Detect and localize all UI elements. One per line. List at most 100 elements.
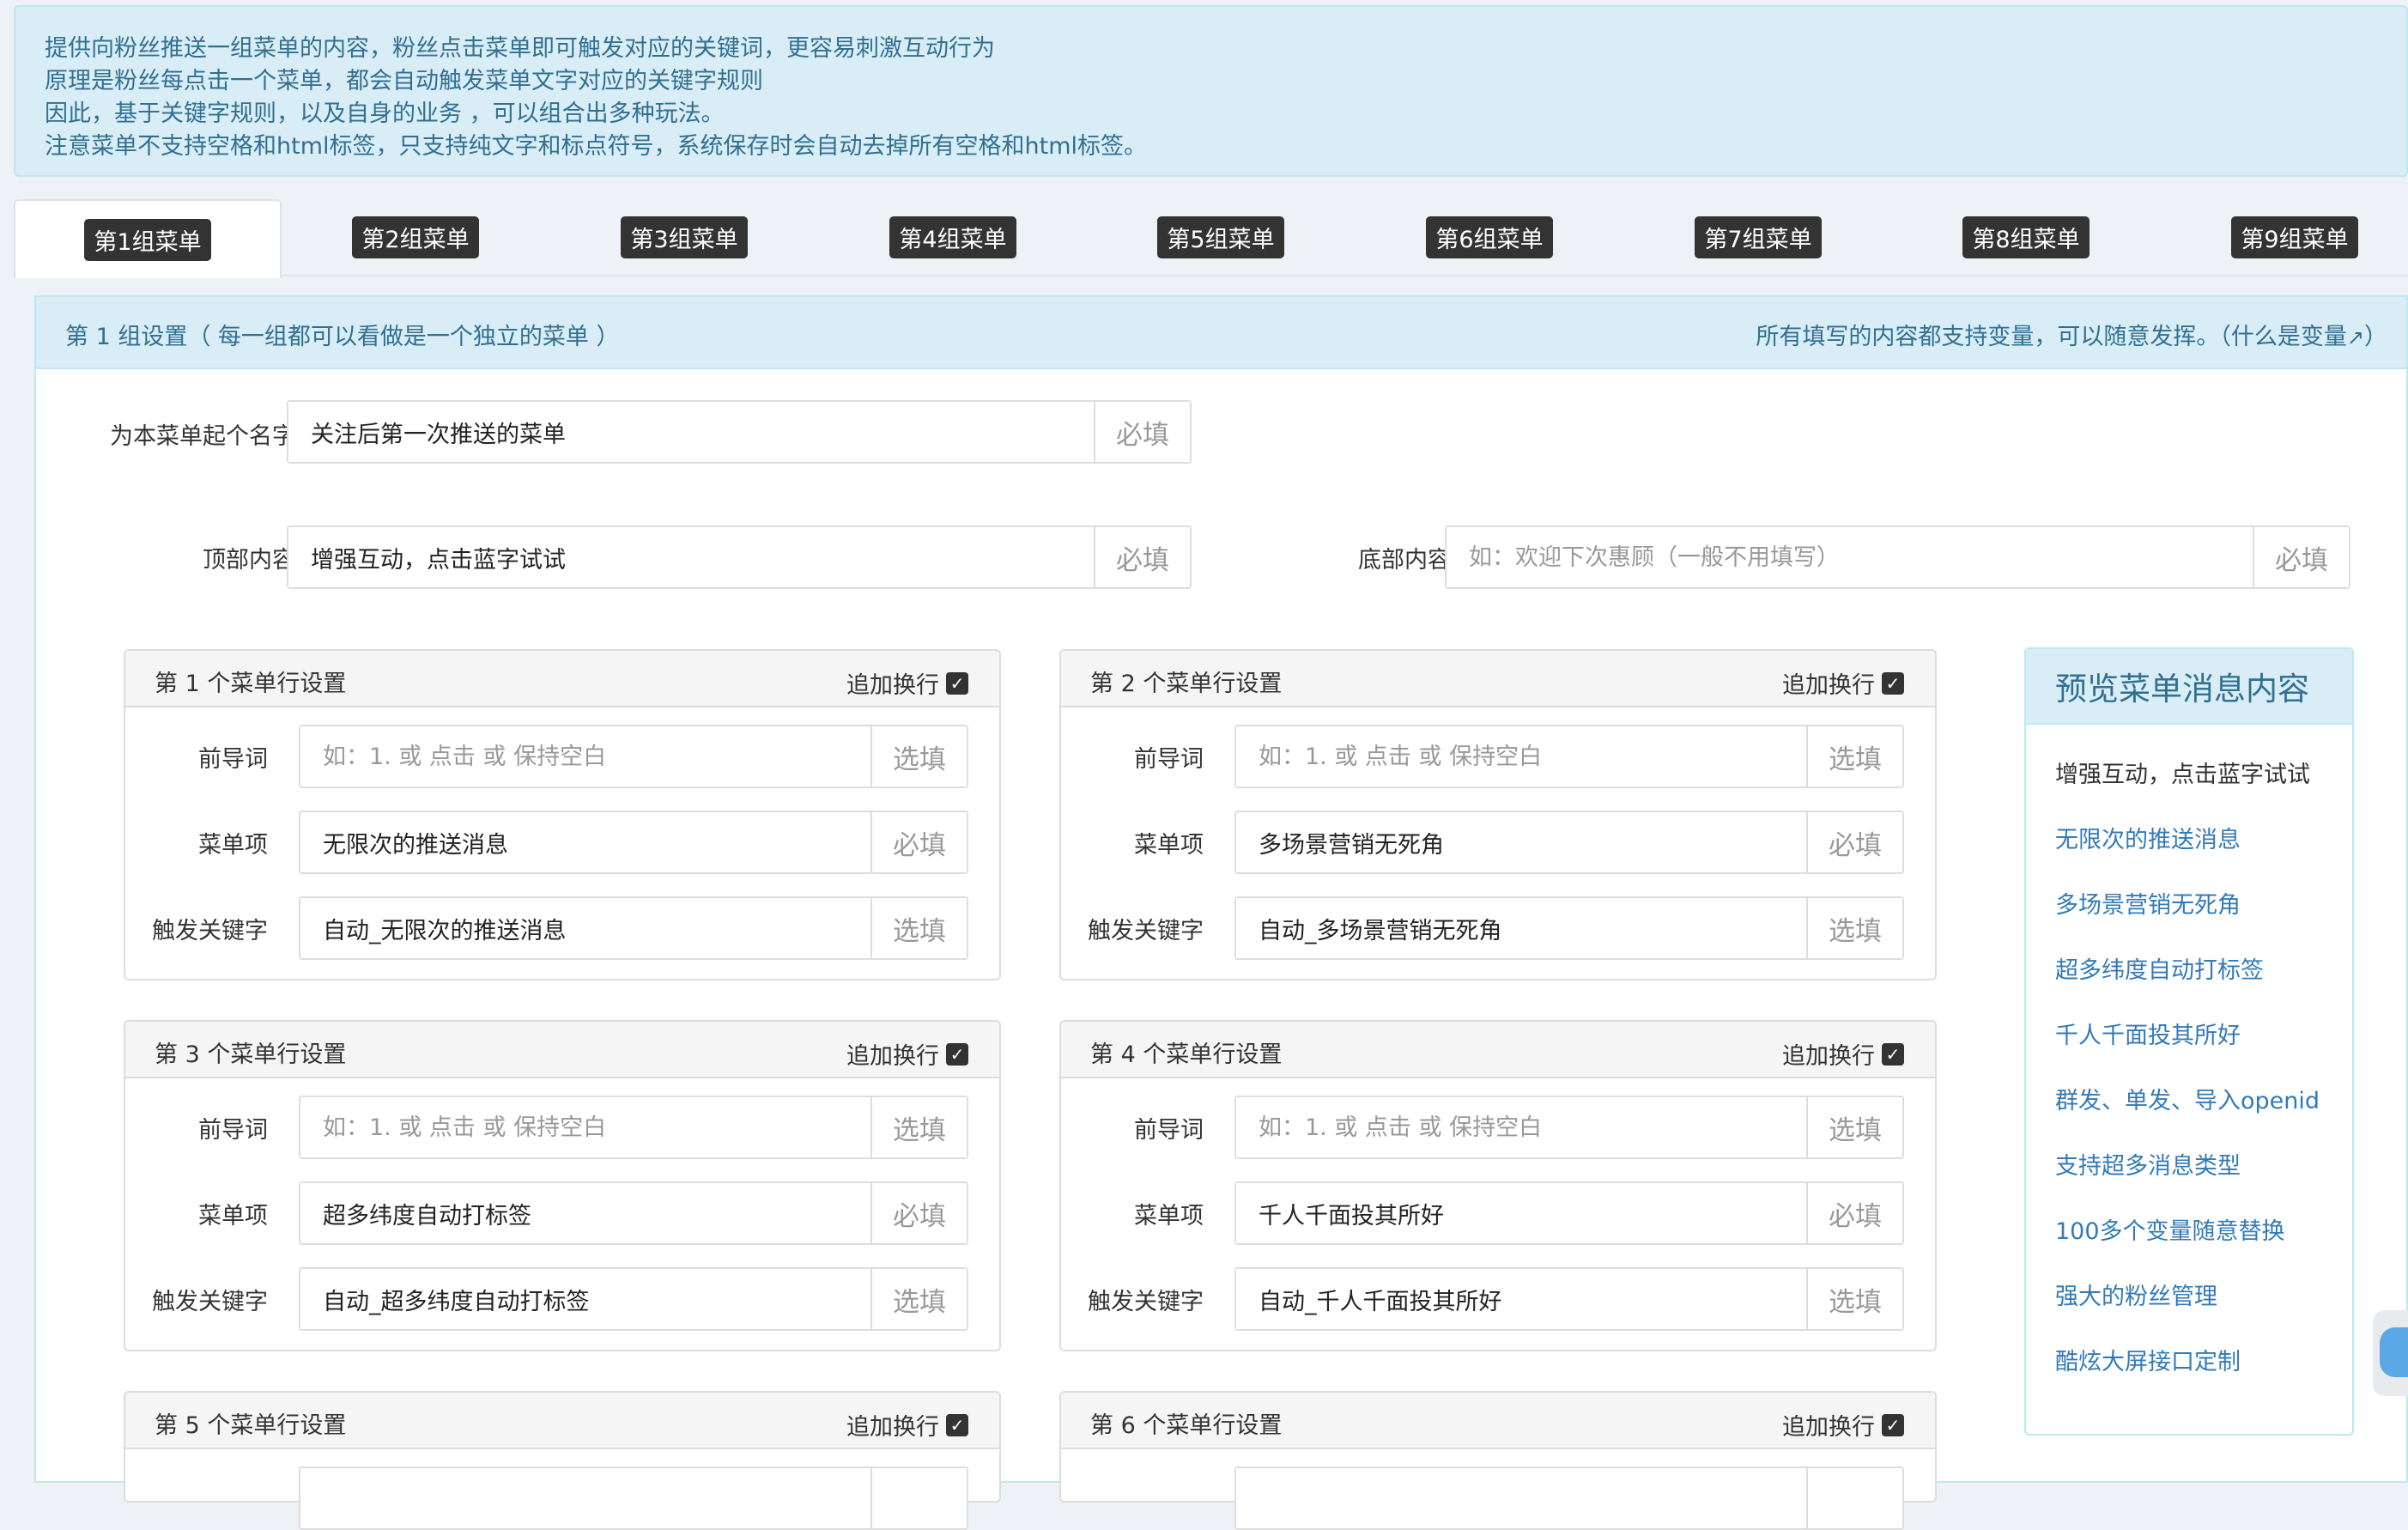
- prefix-input[interactable]: [1236, 726, 1806, 786]
- variables-note-end: ）: [2364, 324, 2387, 350]
- tab-group-2[interactable]: 第2组菜单: [282, 199, 549, 275]
- optional-addon: 选填: [1806, 1097, 1902, 1157]
- newline-label: 追加换行: [1782, 1043, 1875, 1070]
- newline-label: 追加换行: [1782, 672, 1875, 699]
- bottom-content-group: 必填: [1445, 525, 2350, 589]
- item-group: 必填: [299, 811, 968, 874]
- keyword-group: 选填: [1234, 896, 1904, 960]
- tab-group-4[interactable]: 第4组菜单: [819, 199, 1087, 275]
- panel-title: 第 1 组设置（ 每一组都可以看做是一个独立的菜单 ）: [65, 324, 620, 350]
- tab-group-5[interactable]: 第5组菜单: [1087, 199, 1355, 275]
- tab-label: 第3组菜单: [621, 216, 748, 258]
- optional-addon: 选填: [1806, 1269, 1902, 1329]
- tab-group-7[interactable]: 第7组菜单: [1624, 199, 1892, 275]
- preview-link[interactable]: 超多纬度自动打标签: [2055, 951, 2264, 985]
- tab-label: 第6组菜单: [1426, 216, 1553, 258]
- item-label: 菜单项: [1134, 832, 1204, 859]
- menu-row-card: 第 4 个菜单行设置 追加换行 ✓ 前导词 选填 菜单项 必填 触发关键字 选填: [1059, 1020, 1937, 1351]
- tab-label: 第4组菜单: [889, 216, 1016, 258]
- keyword-input[interactable]: [1236, 1269, 1806, 1329]
- tab-label: 第8组菜单: [1962, 216, 2090, 258]
- checkbox-checked-icon[interactable]: ✓: [1882, 1042, 1904, 1066]
- checkbox-checked-icon[interactable]: ✓: [946, 671, 968, 695]
- tab-group-1[interactable]: 第1组菜单: [14, 199, 282, 278]
- menu-preview-panel: 预览菜单消息内容 增强互动，点击蓝字试试 无限次的推送消息 多场景营销无死角 超…: [2024, 647, 2354, 1436]
- card-title: 第 4 个菜单行设置: [1090, 1041, 1283, 1068]
- preview-title: 预览菜单消息内容: [2026, 649, 2352, 725]
- menu-item-input[interactable]: [1236, 1183, 1806, 1243]
- tab-label: 第2组菜单: [352, 216, 479, 258]
- keyword-input[interactable]: [1236, 898, 1806, 958]
- newline-toggle[interactable]: 追加换行 ✓: [1782, 1408, 1904, 1442]
- external-link-icon[interactable]: ↗: [2347, 325, 2364, 349]
- tab-group-8[interactable]: 第8组菜单: [1892, 199, 2160, 275]
- alert-line: 原理是粉丝每点击一个菜单，都会自动触发菜单文字对应的关键字规则: [45, 68, 763, 94]
- newline-toggle[interactable]: 追加换行 ✓: [846, 666, 968, 700]
- prefix-input[interactable]: [300, 726, 870, 786]
- menu-item-input[interactable]: [300, 1183, 870, 1243]
- card-header: 第 5 个菜单行设置 追加换行 ✓: [125, 1393, 999, 1449]
- optional-addon: 选填: [870, 1097, 967, 1157]
- bottom-content-label: 底部内容: [1358, 547, 1451, 574]
- menu-row-card: 第 3 个菜单行设置 追加换行 ✓ 前导词 选填 菜单项 必填 触发关键字 选填: [124, 1020, 1001, 1351]
- tab-group-6[interactable]: 第6组菜单: [1356, 199, 1623, 275]
- required-addon: 必填: [1094, 527, 1190, 587]
- feedback-icon: [2380, 1327, 2408, 1377]
- checkbox-checked-icon[interactable]: ✓: [1882, 1413, 1904, 1436]
- card-header: 第 4 个菜单行设置 追加换行 ✓: [1061, 1022, 1935, 1078]
- newline-toggle[interactable]: 追加换行 ✓: [846, 1408, 968, 1442]
- item-group: 必填: [1234, 811, 1904, 874]
- newline-toggle[interactable]: 追加换行 ✓: [1782, 1037, 1904, 1071]
- preview-link[interactable]: 100多个变量随意替换: [2055, 1212, 2285, 1246]
- menu-name-label: 为本菜单起个名字: [110, 423, 295, 450]
- bottom-content-input[interactable]: [1447, 527, 2253, 587]
- prefix-input[interactable]: [1236, 1468, 1806, 1528]
- newline-toggle[interactable]: 追加换行 ✓: [1782, 666, 1904, 700]
- preview-link[interactable]: 多场景营销无死角: [2055, 886, 2241, 920]
- prefix-input[interactable]: [1236, 1097, 1806, 1157]
- item-group: 必填: [299, 1181, 968, 1245]
- newline-label: 追加换行: [846, 1414, 939, 1441]
- optional-addon: [870, 1468, 967, 1528]
- preview-link[interactable]: 群发、单发、导入openid: [2055, 1082, 2320, 1115]
- menu-item-input[interactable]: [1236, 812, 1806, 872]
- newline-label: 追加换行: [846, 1043, 939, 1070]
- preview-intro: 增强互动，点击蓝字试试: [2055, 762, 2310, 788]
- required-addon: 必填: [1806, 1183, 1902, 1243]
- preview-link[interactable]: 支持超多消息类型: [2055, 1147, 2241, 1181]
- card-title: 第 6 个菜单行设置: [1090, 1412, 1283, 1439]
- newline-toggle[interactable]: 追加换行 ✓: [846, 1037, 968, 1071]
- keyword-input[interactable]: [300, 1269, 870, 1329]
- top-content-input[interactable]: [288, 527, 1094, 587]
- floating-side-button[interactable]: [2373, 1310, 2408, 1396]
- menu-name-input[interactable]: [288, 402, 1094, 462]
- optional-addon: 选填: [1806, 898, 1902, 958]
- preview-link[interactable]: 千人千面投其所好: [2055, 1017, 2241, 1050]
- tab-group-3[interactable]: 第3组菜单: [550, 199, 818, 275]
- checkbox-checked-icon[interactable]: ✓: [946, 1042, 968, 1066]
- checkbox-checked-icon[interactable]: ✓: [946, 1413, 968, 1436]
- card-title: 第 2 个菜单行设置: [1090, 671, 1283, 697]
- tab-group-9[interactable]: 第9组菜单: [2161, 199, 2408, 275]
- card-header: 第 1 个菜单行设置 追加换行 ✓: [125, 651, 999, 707]
- prefix-group: 选填: [299, 725, 968, 788]
- prefix-label: 前导词: [1134, 1117, 1204, 1144]
- prefix-input[interactable]: [300, 1097, 870, 1157]
- preview-link[interactable]: 强大的粉丝管理: [2055, 1278, 2217, 1311]
- menu-row-card: 第 6 个菜单行设置 追加换行 ✓: [1059, 1391, 1937, 1530]
- variables-note-text: 所有填写的内容都支持变量，可以随意发挥。（什么是变量: [1756, 324, 2347, 350]
- prefix-input[interactable]: [300, 1468, 870, 1528]
- preview-link[interactable]: 酷炫大屏接口定制: [2055, 1343, 2241, 1376]
- keyword-input[interactable]: [300, 898, 870, 958]
- menu-item-input[interactable]: [300, 812, 870, 872]
- tab-label: 第7组菜单: [1695, 216, 1822, 258]
- item-label: 菜单项: [198, 1203, 268, 1229]
- prefix-label: 前导词: [198, 1117, 268, 1144]
- checkbox-checked-icon[interactable]: ✓: [1882, 671, 1904, 695]
- menu-row-card: 第 5 个菜单行设置 追加换行 ✓: [124, 1391, 1001, 1530]
- card-title: 第 3 个菜单行设置: [155, 1041, 347, 1068]
- card-header: 第 6 个菜单行设置 追加换行 ✓: [1061, 1393, 1935, 1449]
- preview-link[interactable]: 无限次的推送消息: [2055, 821, 2241, 854]
- optional-addon: [1806, 1468, 1902, 1528]
- keyword-label: 触发关键字: [1088, 918, 1204, 944]
